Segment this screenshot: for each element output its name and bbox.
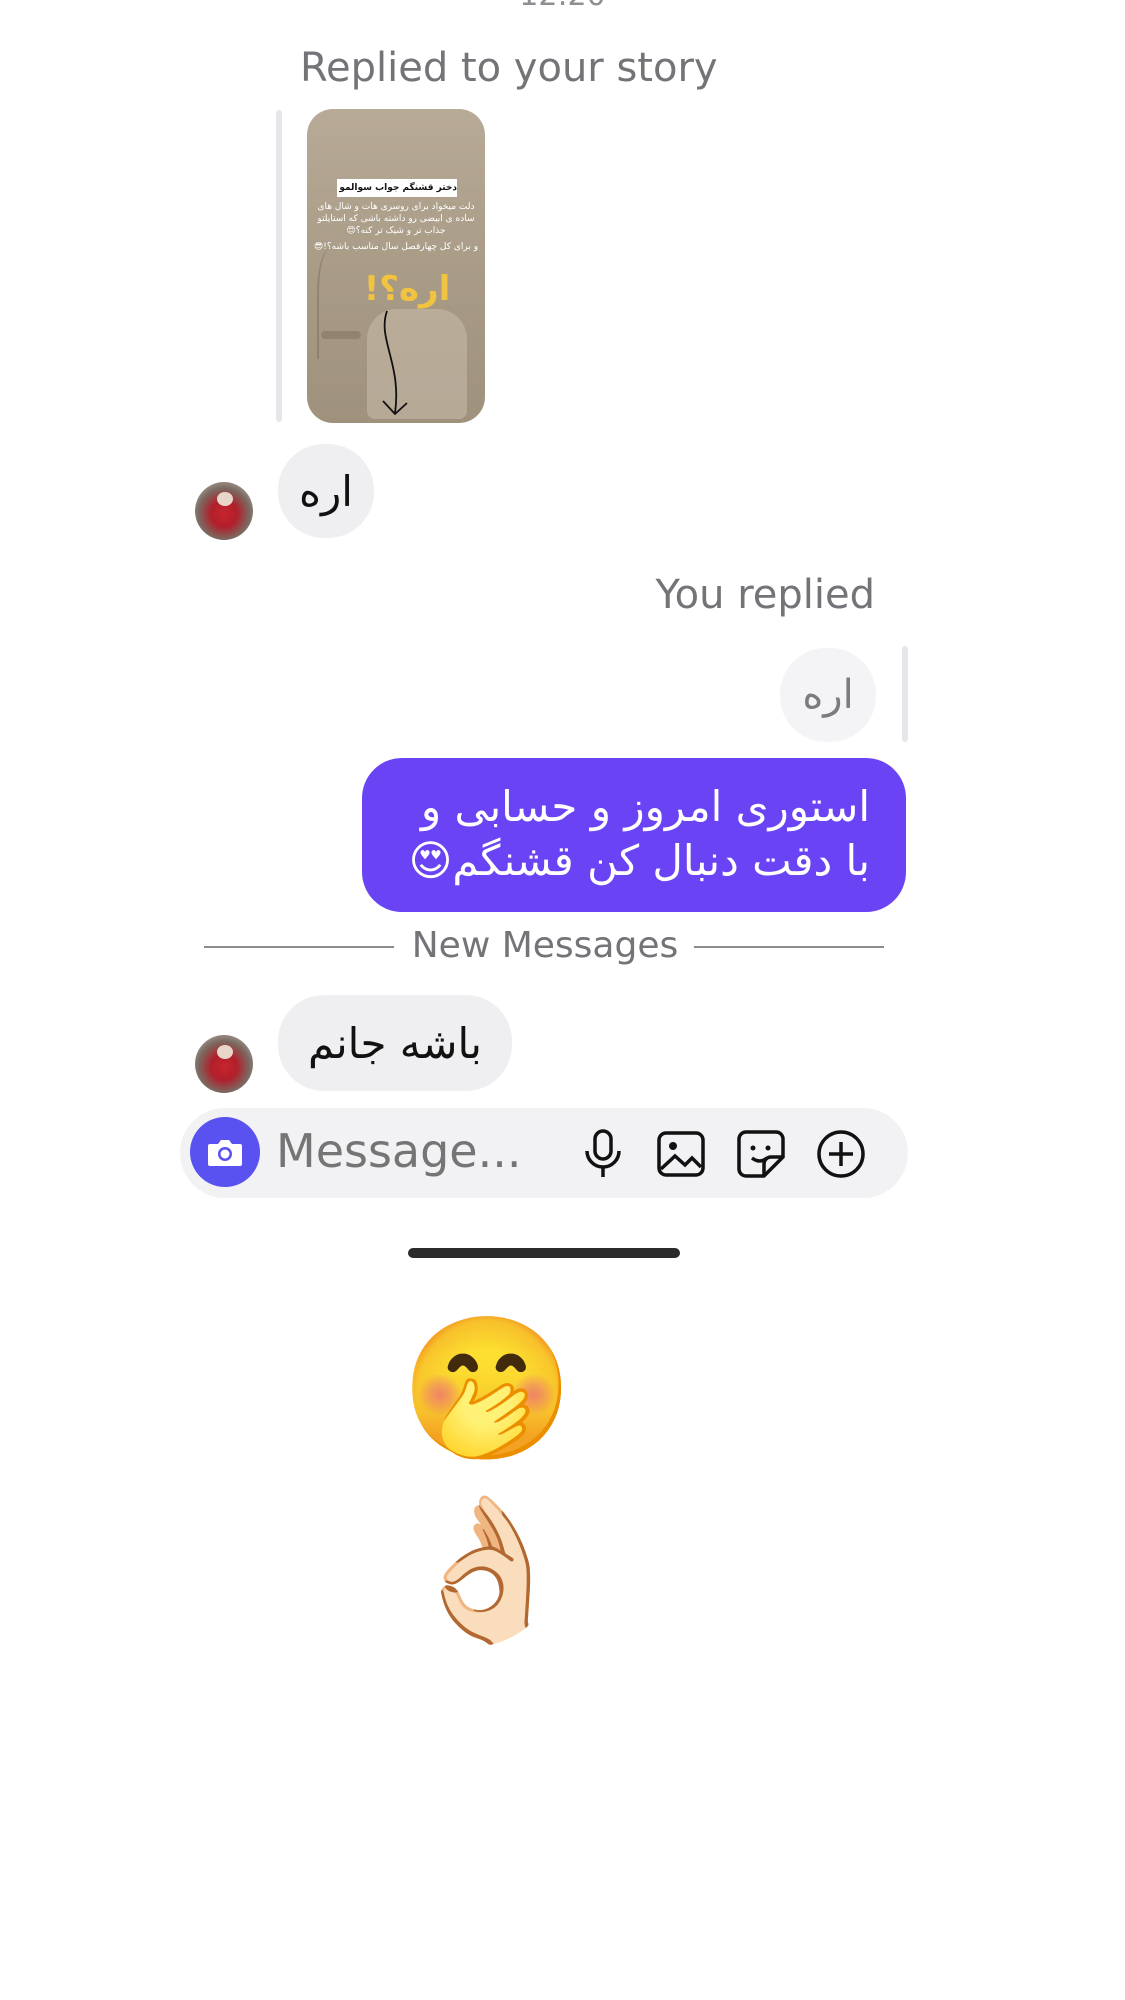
quote-bar — [902, 646, 908, 742]
chat-panel — [160, 0, 920, 1270]
story-thumbnail[interactable]: دختر قشنگم جواب سوالمو بده😎 دلت میخواد ب… — [307, 109, 485, 423]
quote-bar — [276, 110, 282, 422]
reaction-emojis: 🤭👌🏻 — [400, 1308, 575, 1651]
home-indicator[interactable] — [408, 1248, 680, 1258]
story-reply-label: Replied to your story — [300, 45, 718, 91]
microphone-icon[interactable] — [576, 1127, 630, 1181]
stool-decoration — [321, 331, 361, 339]
plus-circle-icon[interactable] — [814, 1127, 868, 1181]
message-bubble[interactable]: اره — [278, 444, 374, 538]
divider-right — [694, 946, 884, 948]
story-body: دلت میخواد برای روسری هات و شال های ساده… — [317, 202, 475, 236]
avatar[interactable] — [195, 1035, 253, 1093]
message-text: باشه جانم — [308, 1018, 482, 1068]
new-messages-label: New Messages — [411, 925, 679, 966]
camera-button[interactable] — [190, 1117, 260, 1187]
you-replied-label: You replied — [655, 572, 875, 618]
timestamp: 12:20 — [0, 0, 1125, 13]
avatar[interactable] — [195, 482, 253, 540]
plant-decoration — [317, 249, 349, 359]
camera-icon — [208, 1140, 242, 1166]
story-big-text: اره؟! — [363, 269, 451, 309]
message-input[interactable] — [276, 1123, 536, 1179]
story-body-secondary: و برای کل چهارفصل سال مناسب باشه؟!😎 — [313, 242, 479, 252]
message-text: استوری امروز و حسابی و با دقت دنبال کن ق… — [408, 782, 870, 885]
outgoing-message-bubble[interactable]: استوری امروز و حسابی و با دقت دنبال کن ق… — [362, 758, 906, 912]
gallery-icon[interactable] — [654, 1127, 708, 1181]
message-bubble[interactable]: باشه جانم — [278, 995, 512, 1091]
message-text: اره — [299, 466, 353, 516]
sticker-icon[interactable] — [734, 1127, 788, 1181]
quoted-message[interactable]: اره — [780, 648, 876, 742]
story-headline: دختر قشنگم جواب سوالمو بده😎 — [337, 179, 457, 197]
arrow-icon — [382, 310, 408, 416]
